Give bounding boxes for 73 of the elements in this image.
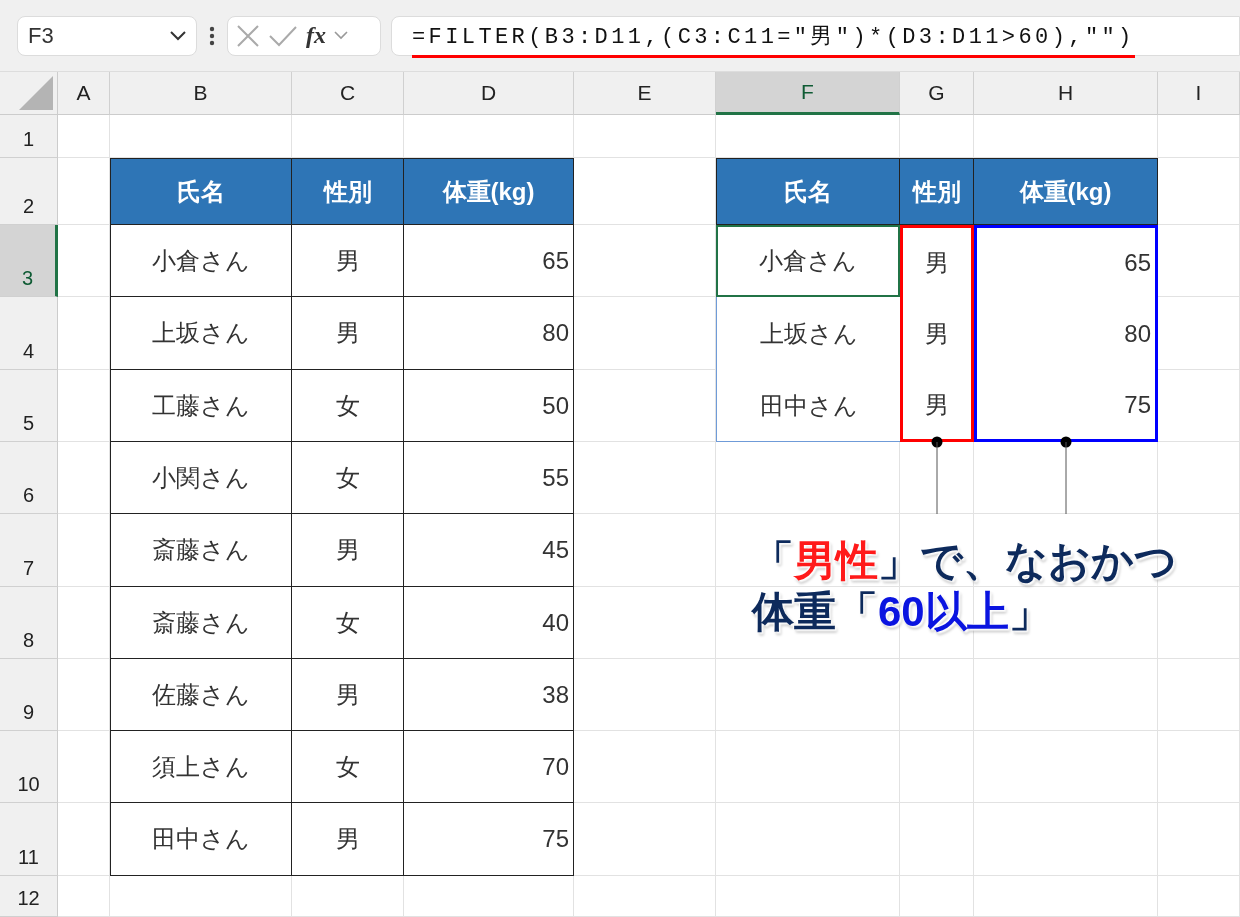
table-cell: 女	[292, 442, 404, 514]
table-cell: 50	[404, 370, 574, 442]
table-cell: 田中さん	[110, 803, 292, 876]
column-header[interactable]: E	[574, 72, 716, 115]
table-cell: 70	[404, 731, 574, 803]
table-cell: 40	[404, 587, 574, 659]
table-header-cell: 氏名	[716, 158, 900, 225]
cancel-icon[interactable]	[236, 23, 260, 48]
table-cell[interactable]: 男	[900, 225, 974, 297]
column-header[interactable]: F	[716, 72, 900, 115]
row-header[interactable]: 6	[0, 442, 58, 514]
table-cell: 女	[292, 370, 404, 442]
table-header-cell: 体重(kg)	[404, 158, 574, 225]
table-cell[interactable]: 上坂さん	[716, 297, 900, 370]
column-header[interactable]: H	[974, 72, 1158, 115]
row-header[interactable]: 3	[0, 225, 58, 297]
row-header[interactable]: 8	[0, 587, 58, 659]
insert-function-button[interactable]: fx	[306, 22, 326, 49]
table-cell: 55	[404, 442, 574, 514]
column-header[interactable]: I	[1158, 72, 1240, 115]
row-header[interactable]: 7	[0, 514, 58, 587]
table-cell[interactable]: 65	[974, 225, 1158, 297]
table-cell: 65	[404, 225, 574, 297]
table-cell[interactable]: 男	[900, 297, 974, 370]
table-cell: 80	[404, 297, 574, 370]
table-cell: 工藤さん	[110, 370, 292, 442]
table-cell: 男	[292, 659, 404, 731]
callout-text: 体重「60以上」	[752, 586, 1052, 637]
row-header[interactable]: 2	[0, 158, 58, 225]
table-cell: 斎藤さん	[110, 514, 292, 587]
row-header[interactable]: 12	[0, 876, 58, 917]
row-header[interactable]: 1	[0, 115, 58, 158]
table-header-cell: 氏名	[110, 158, 292, 225]
more-options-icon[interactable]	[209, 25, 215, 46]
table-cell: 佐藤さん	[110, 659, 292, 731]
table-cell: 斎藤さん	[110, 587, 292, 659]
table-cell: 男	[292, 514, 404, 587]
table-cell[interactable]: 75	[974, 370, 1158, 442]
check-icon[interactable]	[268, 24, 298, 47]
table-cell: 女	[292, 587, 404, 659]
table-cell: 75	[404, 803, 574, 876]
table-cell[interactable]: 小倉さん	[716, 225, 900, 297]
column-header[interactable]: B	[110, 72, 292, 115]
column-header[interactable]: C	[292, 72, 404, 115]
name-box[interactable]: F3	[17, 15, 197, 56]
table-cell[interactable]: 男	[900, 370, 974, 442]
column-header[interactable]: D	[404, 72, 574, 115]
table-cell: 上坂さん	[110, 297, 292, 370]
table-cell: 小関さん	[110, 442, 292, 514]
table-cell: 38	[404, 659, 574, 731]
table-header-cell: 体重(kg)	[974, 158, 1158, 225]
callout-text: 「男性」で、なおかつ	[752, 536, 1178, 587]
table-header-cell: 性別	[292, 158, 404, 225]
table-cell: 男	[292, 297, 404, 370]
row-header[interactable]: 4	[0, 297, 58, 370]
row-header[interactable]: 11	[0, 803, 58, 876]
table-cell: 女	[292, 731, 404, 803]
row-header[interactable]: 10	[0, 731, 58, 803]
formula-field[interactable]: =FILTER(B3:D11,(C3:C11="男")*(D3:D11>60),"")	[391, 15, 1240, 56]
table-cell[interactable]: 田中さん	[716, 370, 900, 442]
table-cell[interactable]: 80	[974, 297, 1158, 370]
chevron-down-icon[interactable]	[170, 30, 186, 41]
table-cell: 小倉さん	[110, 225, 292, 297]
table-header-cell: 性別	[900, 158, 974, 225]
table-cell: 男	[292, 803, 404, 876]
column-header[interactable]: G	[900, 72, 974, 115]
column-header[interactable]: A	[58, 72, 110, 115]
table-cell: 男	[292, 225, 404, 297]
row-header[interactable]: 9	[0, 659, 58, 731]
select-all-icon[interactable]	[19, 76, 53, 110]
row-header[interactable]: 5	[0, 370, 58, 442]
table-cell: 須上さん	[110, 731, 292, 803]
table-cell: 45	[404, 514, 574, 587]
